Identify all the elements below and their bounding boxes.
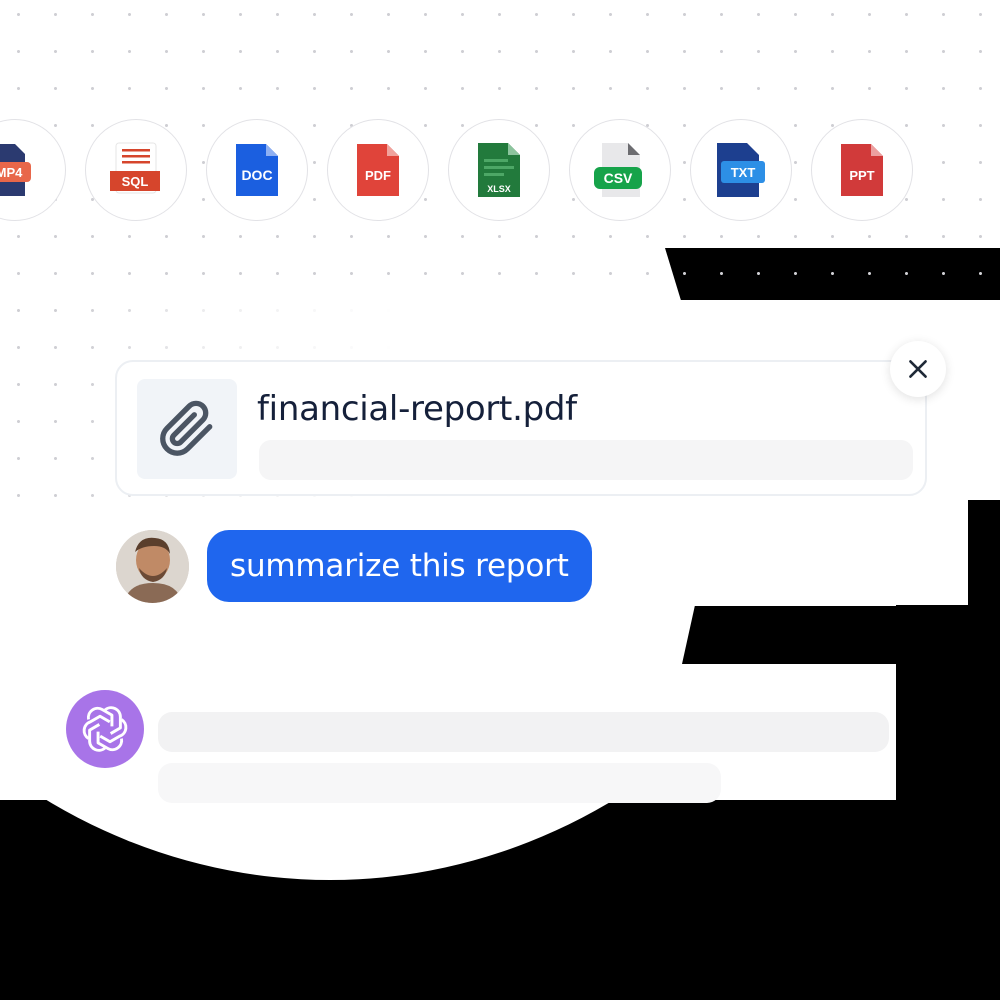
user-avatar: [116, 530, 189, 603]
xlsx-file-icon: XLSX: [478, 143, 520, 197]
svg-text:CSV: CSV: [604, 170, 633, 186]
attachment-card[interactable]: financial-report.pdf: [115, 360, 927, 496]
user-message-bubble: summarize this report: [207, 530, 592, 602]
ppt-file-icon: PPT: [841, 144, 883, 196]
assistant-reply-placeholder-line: [158, 763, 721, 803]
background-notch-lower: [682, 606, 1000, 664]
svg-text:PDF: PDF: [365, 168, 391, 183]
sql-file-icon: SQL: [110, 142, 160, 194]
remove-attachment-button[interactable]: [890, 341, 946, 397]
canvas: MP4 SQL DOC PDF XLSX CSV TXT PPT financi…: [0, 0, 1000, 1000]
csv-file-icon: CSV: [594, 143, 642, 197]
svg-text:SQL: SQL: [122, 174, 149, 189]
assistant-reply-placeholder-line: [158, 712, 889, 752]
openai-logo-icon: [82, 706, 128, 752]
svg-text:TXT: TXT: [731, 165, 756, 180]
file-type-xlsx: XLSX: [448, 119, 550, 221]
file-type-row: MP4 SQL DOC PDF XLSX CSV TXT PPT: [0, 0, 1000, 240]
file-type-doc: DOC: [206, 119, 308, 221]
close-icon: [909, 360, 927, 378]
file-type-sql: SQL: [85, 119, 187, 221]
pdf-file-icon: PDF: [357, 144, 399, 196]
mp4-file-icon: MP4: [0, 144, 31, 196]
attachment-progress-placeholder: [259, 440, 913, 480]
file-type-mp4: MP4: [0, 119, 66, 221]
svg-text:XLSX: XLSX: [487, 184, 511, 194]
svg-text:DOC: DOC: [241, 167, 272, 183]
attachment-file-name: financial-report.pdf: [257, 389, 577, 429]
file-type-ppt: PPT: [811, 119, 913, 221]
assistant-avatar: [66, 690, 144, 768]
txt-file-icon: TXT: [717, 143, 765, 197]
file-type-pdf: PDF: [327, 119, 429, 221]
doc-file-icon: DOC: [236, 144, 278, 196]
svg-text:MP4: MP4: [0, 165, 23, 180]
file-type-csv: CSV: [569, 119, 671, 221]
paperclip-icon: [160, 400, 213, 456]
attachment-thumbnail: [137, 379, 237, 479]
file-type-txt: TXT: [690, 119, 792, 221]
svg-text:PPT: PPT: [849, 168, 874, 183]
